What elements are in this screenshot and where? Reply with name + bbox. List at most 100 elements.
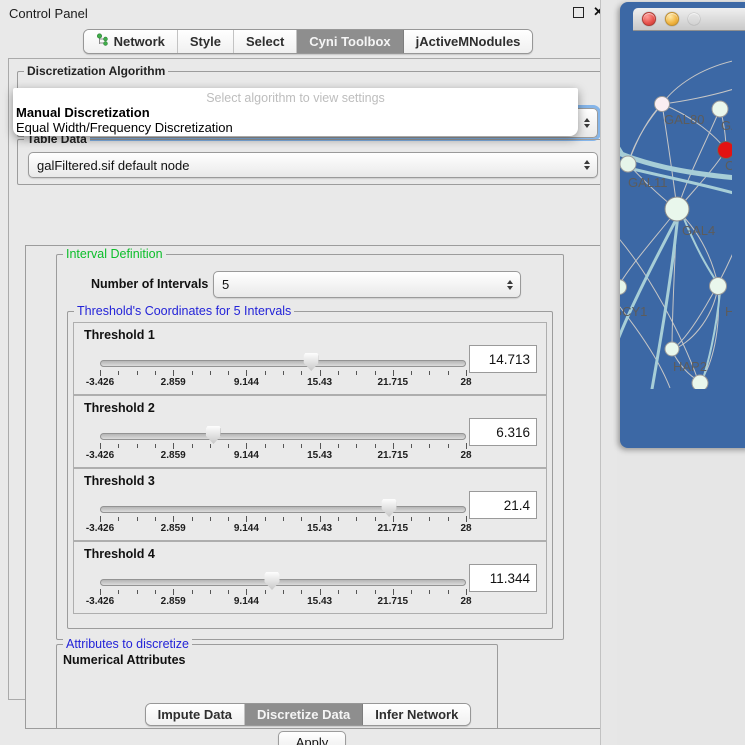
slider-thumb[interactable]: [304, 353, 319, 371]
slider-track[interactable]: [100, 360, 466, 367]
tick-marks: [100, 443, 466, 450]
slider-track[interactable]: [100, 433, 466, 440]
node-label: HAP2: [673, 359, 707, 374]
node-gal11[interactable]: [620, 156, 636, 172]
threshold-2-slider[interactable]: -3.4262.8599.14415.4321.71528: [100, 429, 466, 459]
node-selected-red[interactable]: [718, 142, 733, 159]
node-gal80[interactable]: [655, 97, 670, 112]
settings-scrollpane: Interval Definition Number of Intervals …: [25, 245, 617, 729]
tab-network[interactable]: Network: [84, 30, 178, 53]
tab-label: Style: [190, 34, 221, 49]
group-title: Interval Definition: [63, 247, 166, 261]
threshold-value-field[interactable]: [469, 345, 537, 373]
tab-jactivemnodules[interactable]: jActiveMNodules: [404, 30, 533, 53]
network-view-window[interactable]: GAL80 GA CY GAL11 GAL4 GCY1 HI HAP2: [620, 2, 745, 448]
algorithm-dropdown-popup: Select algorithm to view settings Manual…: [13, 88, 578, 136]
tab-label: Discretize Data: [257, 707, 350, 722]
tab-label: jActiveMNodules: [416, 34, 521, 49]
threshold-value-field[interactable]: [469, 418, 537, 446]
tick-labels: -3.4262.8599.14415.4321.71528: [100, 377, 466, 389]
tab-select[interactable]: Select: [234, 30, 297, 53]
tick-marks: [100, 370, 466, 377]
tab-cyni-toolbox[interactable]: Cyni Toolbox: [297, 30, 403, 53]
tab-label: Impute Data: [158, 707, 232, 722]
node-label: GAL80: [664, 112, 704, 127]
threshold-3-slider[interactable]: -3.4262.8599.14415.4321.71528: [100, 502, 466, 532]
slider-thumb[interactable]: [206, 426, 221, 444]
tab-infer-network[interactable]: Infer Network: [363, 704, 470, 725]
tab-impute-data[interactable]: Impute Data: [146, 704, 245, 725]
threshold-3-panel: Threshold 3 -3.4262.8599.14415.4321.7152…: [73, 468, 547, 541]
chevron-updown-icon: [584, 118, 590, 128]
cyni-toolbox-panel: Discretization Algorithm Table Data galF…: [8, 58, 612, 700]
node-label: GA: [721, 118, 732, 133]
slider-track[interactable]: [100, 506, 466, 513]
threshold-value-field[interactable]: [469, 491, 537, 519]
tick-labels: -3.4262.8599.14415.4321.71528: [100, 450, 466, 462]
float-window-icon[interactable]: [573, 7, 584, 18]
tick-labels: -3.4262.8599.14415.4321.71528: [100, 596, 466, 608]
threshold-4-slider[interactable]: -3.4262.8599.14415.4321.71528: [100, 575, 466, 605]
numerical-attributes-heading: Numerical Attributes: [63, 653, 185, 667]
group-title: Discretization Algorithm: [24, 64, 168, 78]
slider-thumb[interactable]: [265, 572, 280, 590]
node-label: GCY1: [620, 304, 647, 319]
dropdown-hint: Select algorithm to view settings: [13, 91, 578, 105]
threshold-label: Threshold 2: [84, 401, 155, 415]
threshold-label: Threshold 1: [84, 328, 155, 342]
table-data-combobox-value: galFiltered.sif default node: [29, 158, 584, 173]
node-gal4[interactable]: [665, 197, 689, 221]
chevron-updown-icon: [584, 160, 590, 170]
top-tab-bar: Network Style Select Cyni Toolbox jActiv…: [0, 29, 616, 54]
node-partial-top-right[interactable]: [712, 101, 728, 117]
control-panel: Control Panel ✕ Network: [0, 0, 616, 745]
table-data-group: Table Data galFiltered.sif default node: [17, 139, 609, 185]
threshold-1-slider[interactable]: -3.4262.8599.14415.4321.71528: [100, 356, 466, 386]
window-close-icon[interactable]: [642, 12, 656, 26]
window-zoom-icon[interactable]: [688, 13, 700, 25]
window-minimize-icon[interactable]: [665, 12, 679, 26]
threshold-label: Threshold 3: [84, 474, 155, 488]
number-of-intervals-combobox[interactable]: 5: [213, 271, 521, 298]
node-gcy1[interactable]: [620, 280, 627, 295]
network-tree-icon: [96, 33, 109, 50]
threshold-2-panel: Threshold 2 -3.4262.8599.14415.4321.7152…: [73, 395, 547, 468]
tab-style[interactable]: Style: [178, 30, 234, 53]
number-of-intervals-label: Number of Intervals: [91, 277, 208, 291]
slider-track[interactable]: [100, 579, 466, 586]
node-label: HI: [725, 304, 732, 319]
node-hap2[interactable]: [665, 342, 679, 356]
slider-thumb[interactable]: [382, 499, 397, 517]
threshold-label: Threshold 4: [84, 547, 155, 561]
network-window-titlebar[interactable]: [633, 8, 745, 31]
group-title: Attributes to discretize: [63, 637, 192, 651]
node-label: GAL4: [682, 223, 715, 238]
apply-button[interactable]: Apply: [278, 731, 346, 745]
node-label: CY: [725, 158, 732, 173]
panel-divider-gutter[interactable]: [600, 0, 617, 745]
control-panel-titlebar: Control Panel ✕: [0, 0, 616, 26]
tick-labels: -3.4262.8599.14415.4321.71528: [100, 523, 466, 535]
table-data-combobox[interactable]: galFiltered.sif default node: [28, 152, 598, 178]
threshold-1-panel: Threshold 1 -3.4262.8599.14415.4321.7152…: [73, 322, 547, 395]
threshold-4-panel: Threshold 4 -3.4262.8599.14415.4321.7152…: [73, 541, 547, 614]
tab-discretize-data[interactable]: Discretize Data: [245, 704, 363, 725]
bottom-tab-bar: Impute Data Discretize Data Infer Networ…: [0, 703, 616, 726]
number-of-intervals-value: 5: [214, 277, 507, 292]
tick-marks: [100, 516, 466, 523]
group-title: Threshold's Coordinates for 5 Intervals: [74, 304, 294, 318]
tab-label: Infer Network: [375, 707, 458, 722]
node-bottom-partial[interactable]: [692, 375, 708, 389]
tab-label: Cyni Toolbox: [309, 34, 390, 49]
tab-label: Network: [114, 34, 165, 49]
chevron-updown-icon: [507, 280, 513, 290]
dropdown-option-equal-width-frequency[interactable]: Equal Width/Frequency Discretization: [16, 120, 233, 135]
threshold-value-field[interactable]: [469, 564, 537, 592]
network-canvas[interactable]: GAL80 GA CY GAL11 GAL4 GCY1 HI HAP2: [620, 2, 745, 394]
dropdown-option-manual-discretization[interactable]: Manual Discretization: [16, 105, 150, 120]
screen: Control Panel ✕ Network: [0, 0, 745, 745]
control-panel-title: Control Panel: [9, 6, 88, 21]
node-label: GAL11: [628, 175, 668, 190]
tab-label: Select: [246, 34, 284, 49]
node-partial-mid-right[interactable]: [710, 278, 727, 295]
